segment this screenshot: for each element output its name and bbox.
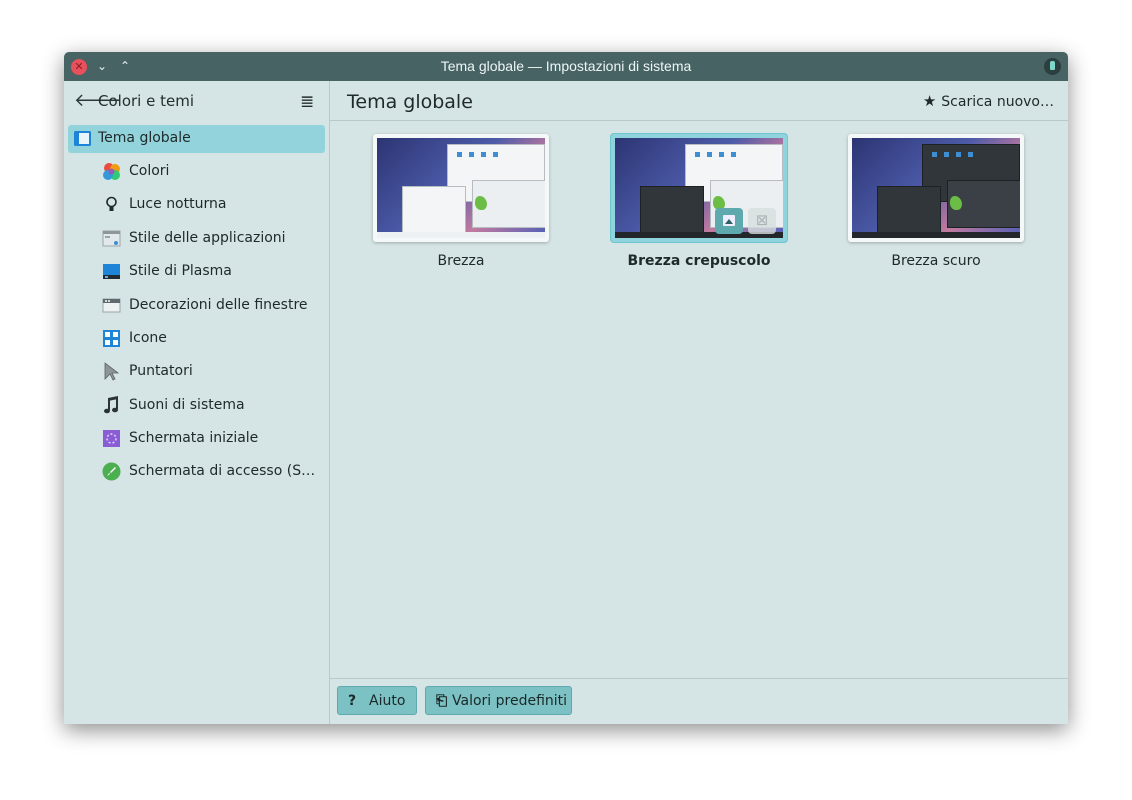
sidebar-item-stile-plasma[interactable]: Stile di Plasma	[64, 258, 329, 286]
theme-name: Brezza crepuscolo	[627, 253, 771, 269]
defaults-icon: ⎗	[436, 693, 448, 709]
sidebar: 🡐 Colori e temi ≣ Tema globale Colori Lu…	[64, 81, 330, 724]
sidebar-item-schermata-accesso[interactable]: Schermata di accesso (S…	[64, 458, 329, 486]
sidebar-item-label: Tema globale	[98, 130, 191, 146]
set-wallpaper-button[interactable]	[715, 208, 743, 234]
sidebar-item-label: Puntatori	[129, 363, 193, 379]
defaults-label: Valori predefiniti	[452, 693, 568, 709]
sidebar-item-label: Schermata iniziale	[129, 430, 259, 446]
sidebar-item-label: Stile di Plasma	[129, 263, 232, 279]
rocket-icon	[102, 462, 121, 481]
sidebar-item-stile-applicazioni[interactable]: Stile delle applicazioni	[64, 225, 329, 253]
star-icon: ★	[922, 92, 937, 110]
sidebar-item-label: Stile delle applicazioni	[129, 230, 286, 246]
theme-thumbnail	[611, 134, 787, 242]
sidebar-item-label: Suoni di sistema	[129, 397, 245, 413]
theme-thumbnail	[373, 134, 549, 242]
header-divider	[330, 120, 1068, 121]
sidebar-item-puntatori[interactable]: Puntatori	[64, 358, 329, 386]
sidebar-item-luce-notturna[interactable]: Luce notturna	[64, 191, 329, 219]
title-bar[interactable]: ✕ ⌄ ⌃ Tema globale — Impostazioni di sis…	[64, 52, 1068, 81]
hamburger-menu-icon[interactable]: ≣	[300, 94, 316, 111]
page-title: Tema globale	[347, 91, 473, 113]
theme-name: Brezza	[437, 253, 485, 269]
sidebar-item-colori[interactable]: Colori	[64, 158, 329, 186]
sidebar-item-icone[interactable]: Icone	[64, 325, 329, 353]
get-new-button[interactable]: ★ Scarica nuovo…	[923, 92, 1054, 112]
theme-card-brezza[interactable]: Brezza	[373, 134, 553, 274]
sidebar-item-decorazioni-finestre[interactable]: Decorazioni delle finestre	[64, 292, 329, 320]
music-note-icon	[102, 396, 121, 415]
sidebar-item-suoni-sistema[interactable]: Suoni di sistema	[64, 392, 329, 420]
theme-card-brezza-scuro[interactable]: Brezza scuro	[848, 134, 1028, 274]
theme-preview-image	[377, 138, 545, 238]
sidebar-item-label: Icone	[129, 330, 167, 346]
sidebar-item-tema-globale[interactable]: Tema globale	[68, 125, 325, 153]
content-header: Tema globale ★ Scarica nuovo…	[330, 81, 1068, 121]
delete-theme-button[interactable]	[748, 208, 776, 234]
help-icon: ?	[348, 693, 357, 709]
window-decorations-icon	[102, 296, 121, 315]
sidebar-title: Colori e temi	[98, 92, 194, 110]
window-title: Tema globale — Impostazioni di sistema	[440, 58, 692, 74]
sidebar-item-label: Schermata di accesso (S…	[129, 463, 316, 479]
splash-screen-icon	[102, 429, 121, 448]
footer: ? Aiuto ⎗ Valori predefiniti	[330, 679, 1068, 724]
plasma-style-icon	[102, 262, 121, 281]
theme-card-brezza-crepuscolo[interactable]: Brezza crepuscolo	[611, 134, 791, 274]
sidebar-item-schermata-iniziale[interactable]: Schermata iniziale	[64, 425, 329, 453]
theme-thumbnail	[848, 134, 1024, 242]
system-settings-window: ✕ ⌄ ⌃ Tema globale — Impostazioni di sis…	[64, 52, 1068, 724]
sidebar-item-label: Colori	[129, 163, 170, 179]
global-theme-icon	[73, 129, 92, 148]
sidebar-item-label: Decorazioni delle finestre	[129, 297, 308, 313]
defaults-button[interactable]: ⎗ Valori predefiniti	[425, 686, 572, 715]
theme-name: Brezza scuro	[891, 253, 981, 269]
icons-icon	[102, 329, 121, 348]
help-label: Aiuto	[369, 693, 406, 709]
cursor-icon	[102, 362, 121, 381]
arrow-left-icon[interactable]: 🡐	[74, 92, 122, 110]
colors-icon	[102, 162, 121, 181]
app-icon	[1044, 58, 1061, 75]
sidebar-item-label: Luce notturna	[129, 196, 227, 212]
help-button[interactable]: ? Aiuto	[337, 686, 417, 715]
theme-preview-image	[852, 138, 1020, 238]
sidebar-header: 🡐 Colori e temi ≣	[64, 81, 329, 122]
get-new-label: Scarica nuovo…	[941, 94, 1054, 110]
application-style-icon	[102, 229, 121, 248]
lightbulb-icon	[102, 195, 121, 214]
